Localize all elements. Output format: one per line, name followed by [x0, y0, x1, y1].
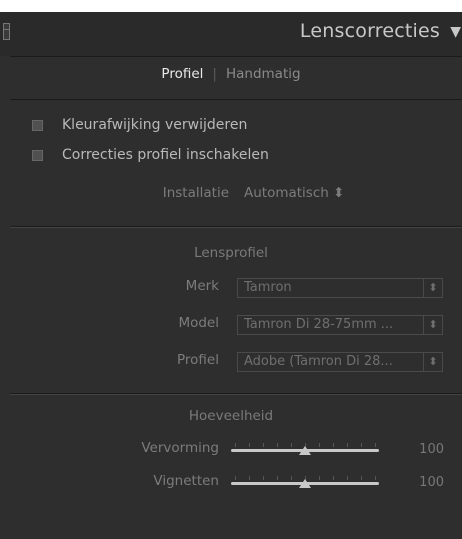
profiel-value: Adobe (Tamron Di 28...: [244, 354, 393, 369]
tabs-divider: [10, 99, 462, 100]
slider-tick: [333, 476, 334, 480]
slider-tick: [375, 443, 376, 447]
tab-bar: Profiel | Handmatig: [0, 66, 462, 82]
vignetten-label: Vignetten: [153, 473, 219, 489]
slider-tick: [375, 476, 376, 480]
slider-tick: [235, 443, 236, 447]
installatie-select[interactable]: Automatisch ⬍: [244, 185, 344, 201]
vervorming-slider[interactable]: [231, 442, 379, 458]
kleurafwijking-label: Kleurafwijking verwijderen: [62, 117, 248, 133]
panel-header[interactable]: Lenscorrecties ▼: [0, 12, 462, 56]
profiel-dropdown[interactable]: Adobe (Tamron Di 28... ⬍: [237, 352, 443, 372]
slider-tick: [347, 476, 348, 480]
slider-tick: [235, 476, 236, 480]
section-divider-2-highlight: [10, 394, 462, 395]
window-top-strip: [0, 0, 462, 12]
hoeveelheid-title: Hoeveelheid: [188, 408, 274, 424]
slider-tick: [347, 443, 348, 447]
merk-value: Tamron: [244, 280, 292, 295]
tab-handmatig[interactable]: Handmatig: [226, 66, 301, 82]
installatie-label: Installatie: [162, 185, 229, 201]
tab-separator: |: [212, 66, 217, 82]
model-dropdown[interactable]: Tamron Di 28-75mm ... ⬍: [237, 315, 443, 335]
header-divider: [10, 56, 462, 57]
correcties-label: Correcties profiel inschakelen: [62, 147, 269, 163]
model-label: Model: [178, 315, 219, 331]
profiel-dropdown-arrow-icon: ⬍: [423, 353, 442, 371]
merk-dropdown-arrow-icon: ⬍: [423, 279, 442, 297]
vervorming-slider-thumb[interactable]: [299, 446, 311, 455]
lensprofiel-title: Lensprofiel: [194, 245, 268, 261]
slider-tick: [319, 476, 320, 480]
correcties-checkbox[interactable]: [32, 150, 43, 161]
merk-dropdown[interactable]: Tamron ⬍: [237, 278, 443, 298]
slider-tick: [263, 443, 264, 447]
slider-tick: [263, 476, 264, 480]
slider-tick: [333, 443, 334, 447]
vignetten-slider[interactable]: [231, 475, 379, 491]
slider-tick: [277, 476, 278, 480]
model-value: Tamron Di 28-75mm ...: [244, 317, 394, 332]
vervorming-label: Vervorming: [141, 440, 219, 456]
merk-label: Merk: [185, 278, 219, 294]
section-divider-1-highlight: [10, 227, 462, 228]
panel-grip-icon[interactable]: [3, 23, 10, 40]
kleurafwijking-checkbox[interactable]: [32, 120, 43, 131]
slider-tick: [361, 443, 362, 447]
slider-tick: [249, 476, 250, 480]
slider-tick: [249, 443, 250, 447]
panel-title: Lenscorrecties: [299, 20, 440, 42]
slider-tick: [277, 443, 278, 447]
slider-tick: [291, 443, 292, 447]
tab-profiel[interactable]: Profiel: [161, 66, 203, 82]
vervorming-value[interactable]: 100: [419, 442, 444, 457]
profiel-label: Profiel: [177, 352, 219, 368]
vignetten-slider-thumb[interactable]: [299, 479, 311, 488]
model-dropdown-arrow-icon: ⬍: [423, 316, 442, 334]
slider-tick: [291, 476, 292, 480]
vignetten-value[interactable]: 100: [419, 475, 444, 490]
slider-tick: [361, 476, 362, 480]
collapse-triangle-icon[interactable]: ▼: [450, 24, 461, 40]
slider-tick: [319, 443, 320, 447]
